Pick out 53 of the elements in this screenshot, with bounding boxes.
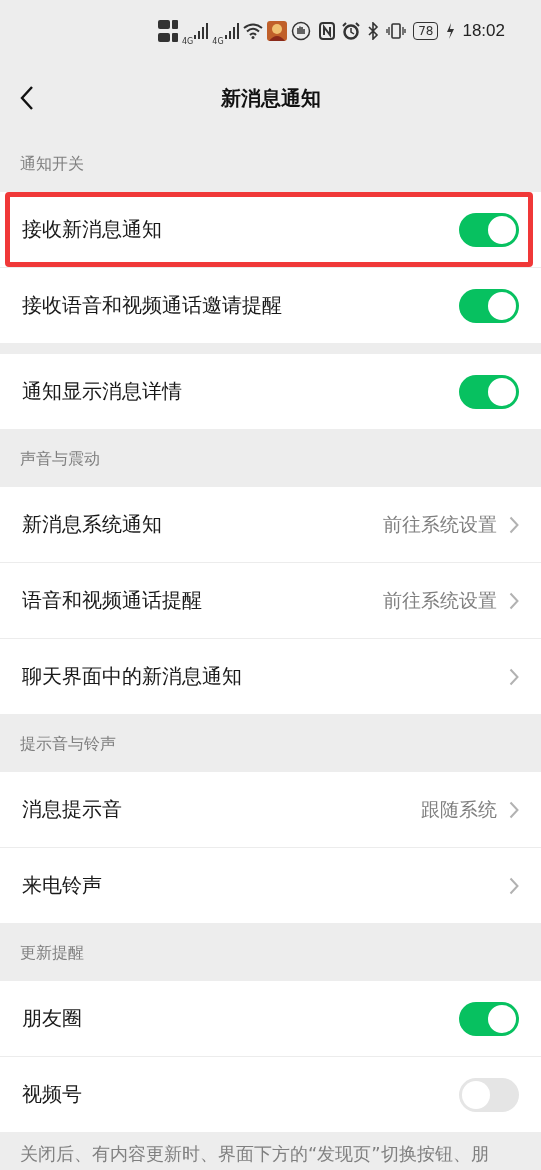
network-label: 4G — [212, 36, 224, 46]
nfc-icon — [319, 22, 336, 40]
row-label: 接收新消息通知 — [22, 216, 162, 243]
toggle-switch[interactable] — [459, 288, 519, 323]
toggle-switch[interactable] — [459, 212, 519, 247]
section-header: 通知开关 — [19, 152, 85, 175]
clock-time: 18:02 — [462, 21, 505, 41]
footer-note: 关闭后、有内容更新时、界面下方的“发现页”切换按钮、朋 — [19, 1142, 490, 1166]
signal-icon — [194, 23, 209, 39]
settings-row[interactable]: 语音和视频通话提醒 前往系统设置 — [0, 563, 541, 639]
chevron-icon — [509, 667, 519, 686]
toggle-switch[interactable] — [459, 374, 519, 409]
settings-row[interactable]: 通知显示消息详情 — [0, 354, 541, 429]
row-label: 接收语音和视频通话邀请提醒 — [22, 292, 282, 319]
signal-icon — [224, 23, 239, 39]
toggle-switch[interactable] — [459, 1001, 519, 1036]
battery-icon: 78 — [413, 22, 439, 40]
settings-row[interactable]: 朋友圈 — [0, 981, 541, 1057]
row-label: 通知显示消息详情 — [22, 378, 182, 405]
back-icon[interactable] — [20, 86, 34, 110]
settings-row[interactable]: 接收新消息通知 — [0, 192, 541, 268]
row-value: 前往系统设置 — [383, 511, 497, 537]
chevron-icon — [509, 800, 519, 819]
settings-row[interactable]: 接收语音和视频通话邀请提醒 — [0, 268, 541, 343]
wifi-icon — [242, 23, 263, 39]
row-label: 消息提示音 — [22, 796, 122, 823]
section-header: 更新提醒 — [19, 941, 85, 964]
toggle-switch[interactable] — [459, 1077, 519, 1112]
section-header: 提示音与铃声 — [19, 732, 117, 755]
chevron-icon — [509, 876, 519, 895]
bluetooth-icon — [367, 22, 380, 40]
row-label: 来电铃声 — [22, 872, 102, 899]
row-label: 朋友圈 — [22, 1005, 82, 1032]
row-label: 视频号 — [22, 1081, 82, 1108]
row-label: 新消息系统通知 — [22, 511, 162, 538]
settings-row[interactable]: 新消息系统通知 前往系统设置 — [0, 487, 541, 563]
settings-row[interactable]: 来电铃声 — [0, 848, 541, 923]
row-label: 语音和视频通话提醒 — [22, 587, 202, 614]
row-label: 聊天界面中的新消息通知 — [22, 663, 242, 690]
settings-row[interactable]: 聊天界面中的新消息通知 — [0, 639, 541, 714]
settings-row[interactable]: 视频号 — [0, 1057, 541, 1132]
chevron-icon — [509, 515, 519, 534]
row-value: 跟随系统 — [421, 796, 497, 822]
settings-row[interactable]: 消息提示音 跟随系统 — [0, 772, 541, 848]
alarm-icon — [342, 22, 361, 40]
chevron-icon — [509, 591, 519, 610]
app-icon — [266, 21, 287, 41]
network-label: 4G — [182, 36, 194, 46]
row-value: 前往系统设置 — [383, 587, 497, 613]
vibrate-icon — [386, 22, 407, 40]
section-header: 声音与震动 — [19, 447, 101, 470]
page-title: 新消息通知 — [220, 84, 321, 112]
charging-icon — [445, 22, 456, 40]
